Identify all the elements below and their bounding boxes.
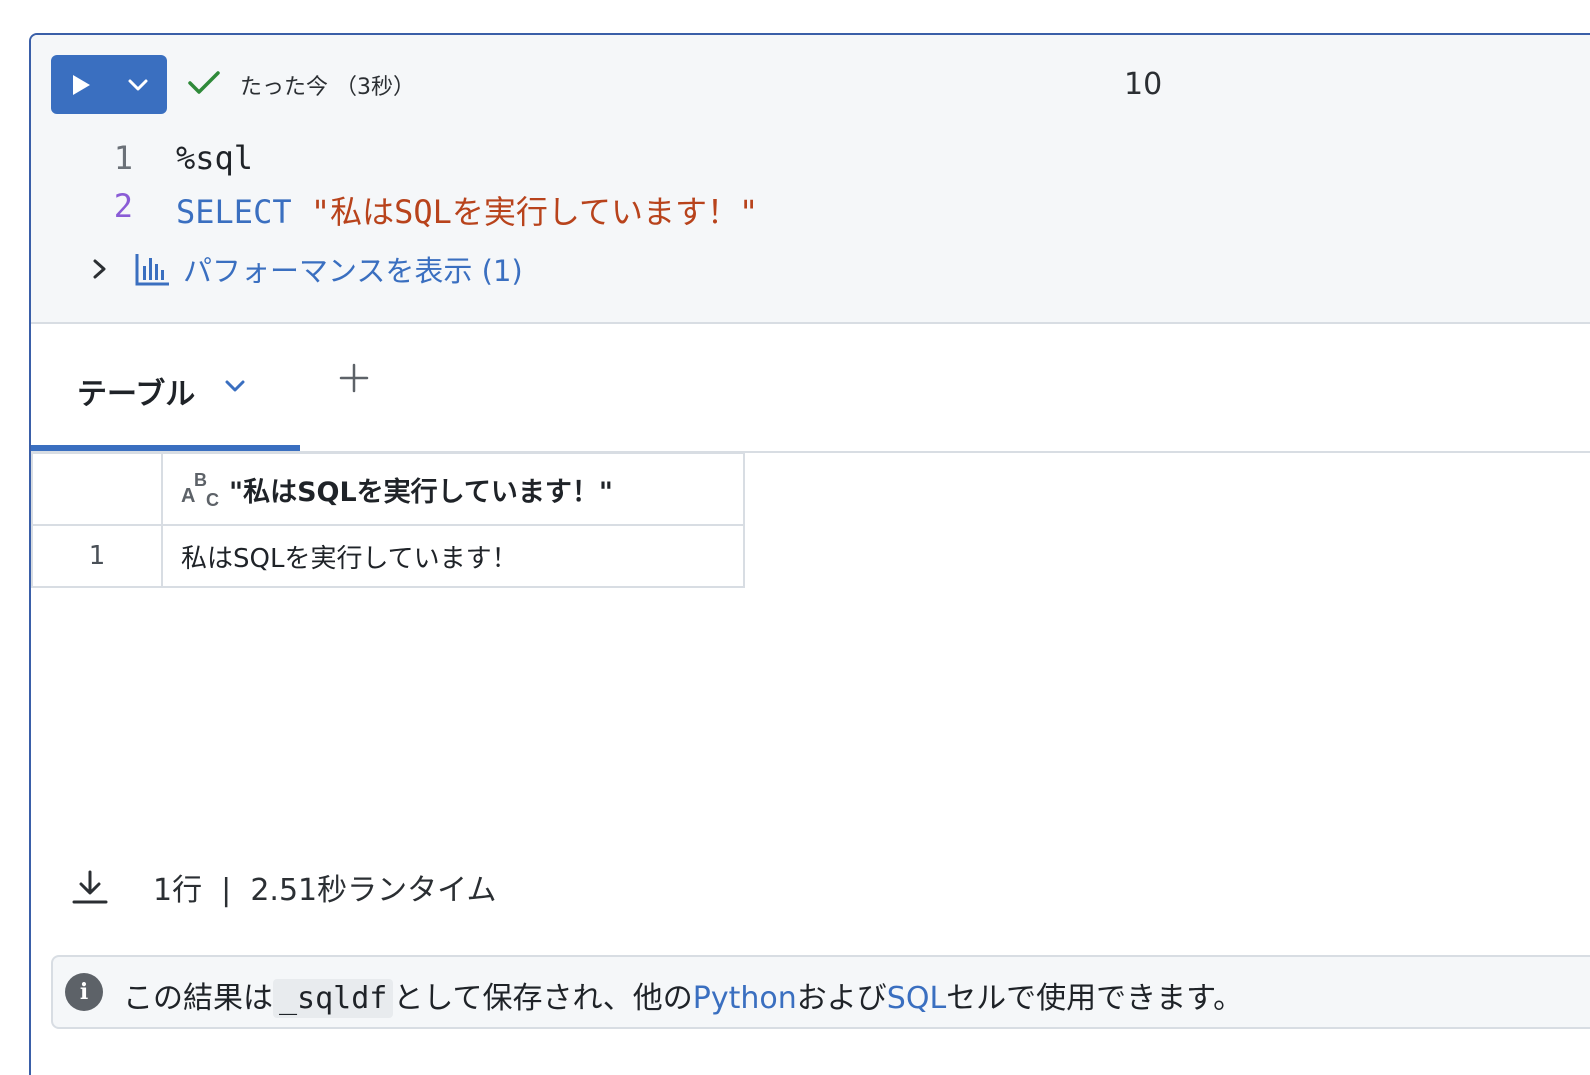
dataframe-name: _sqldf xyxy=(273,979,394,1018)
show-performance-toggle[interactable]: パフォーマンスを表示 (1) xyxy=(89,249,523,289)
download-icon[interactable] xyxy=(71,868,109,906)
tab-table[interactable]: テーブル xyxy=(31,323,300,451)
tab-label: テーブル xyxy=(77,377,196,412)
bar-chart-icon xyxy=(135,254,169,286)
row-number: 1 xyxy=(31,524,163,588)
sql-keyword: SELECT xyxy=(176,193,292,231)
info-suffix: セルで使用できます。 xyxy=(946,981,1244,1016)
line-number: 1 xyxy=(113,139,133,177)
sql-string: "私はSQLを実行しています！" xyxy=(310,193,759,231)
code-text: SELECT "私はSQLを実行しています！" xyxy=(176,187,758,233)
check-icon xyxy=(188,71,220,94)
run-cell-button[interactable] xyxy=(51,55,167,114)
result-footer: 1行 | 2.51秒ランタイム xyxy=(71,867,497,908)
chevron-down-icon[interactable] xyxy=(127,77,149,93)
line-number: 2 xyxy=(113,187,133,225)
table-header-row: A B C "私はSQLを実行しています！" xyxy=(31,452,745,526)
chevron-right-icon[interactable] xyxy=(89,256,111,282)
row-number-header xyxy=(31,452,163,526)
info-message: この結果は _sqldf として保存され、他のPythonおよびSQLセルで使用でき… xyxy=(123,973,1244,1018)
table-row: 1 私はSQLを実行しています！ xyxy=(31,524,745,588)
run-status: たった今 （3秒） xyxy=(240,75,415,100)
info-prefix: この結果は xyxy=(123,981,273,1016)
python-link[interactable]: Python xyxy=(693,981,797,1016)
cell-editor: たった今 （3秒） 10 1 %sql 2 SELECT "私はSQLを実行して… xyxy=(31,35,1590,324)
results-table: A B C "私はSQLを実行しています！" 1 私はSQLを実行しています！ xyxy=(31,452,745,588)
column-name: "私はSQLを実行しています！" xyxy=(229,476,613,508)
play-icon[interactable] xyxy=(69,73,93,97)
chevron-down-icon[interactable] xyxy=(224,378,246,394)
info-banner: i この結果は _sqldf として保存され、他のPythonおよびSQLセルで使用… xyxy=(51,955,1590,1029)
string-type-icon: A B C xyxy=(181,470,219,508)
table-cell[interactable]: 私はSQLを実行しています！ xyxy=(161,524,745,588)
info-icon: i xyxy=(65,973,103,1011)
info-conj: および xyxy=(796,981,887,1016)
execution-count: 10 xyxy=(1124,67,1163,102)
result-summary: 1行 | 2.51秒ランタイム xyxy=(153,873,497,908)
svg-text:C: C xyxy=(206,490,219,508)
notebook-cell: たった今 （3秒） 10 1 %sql 2 SELECT "私はSQLを実行して… xyxy=(29,33,1590,1075)
result-tabs: テーブル xyxy=(31,323,1590,453)
svg-text:B: B xyxy=(194,470,207,490)
code-text: %sql xyxy=(176,139,254,177)
performance-label[interactable]: パフォーマンスを表示 (1) xyxy=(183,248,523,290)
sql-link[interactable]: SQL xyxy=(887,981,946,1016)
column-header[interactable]: A B C "私はSQLを実行しています！" xyxy=(161,452,745,526)
active-tab-indicator xyxy=(31,445,300,451)
info-middle: として保存され、他の xyxy=(393,981,693,1016)
add-tab-icon[interactable] xyxy=(337,361,371,395)
